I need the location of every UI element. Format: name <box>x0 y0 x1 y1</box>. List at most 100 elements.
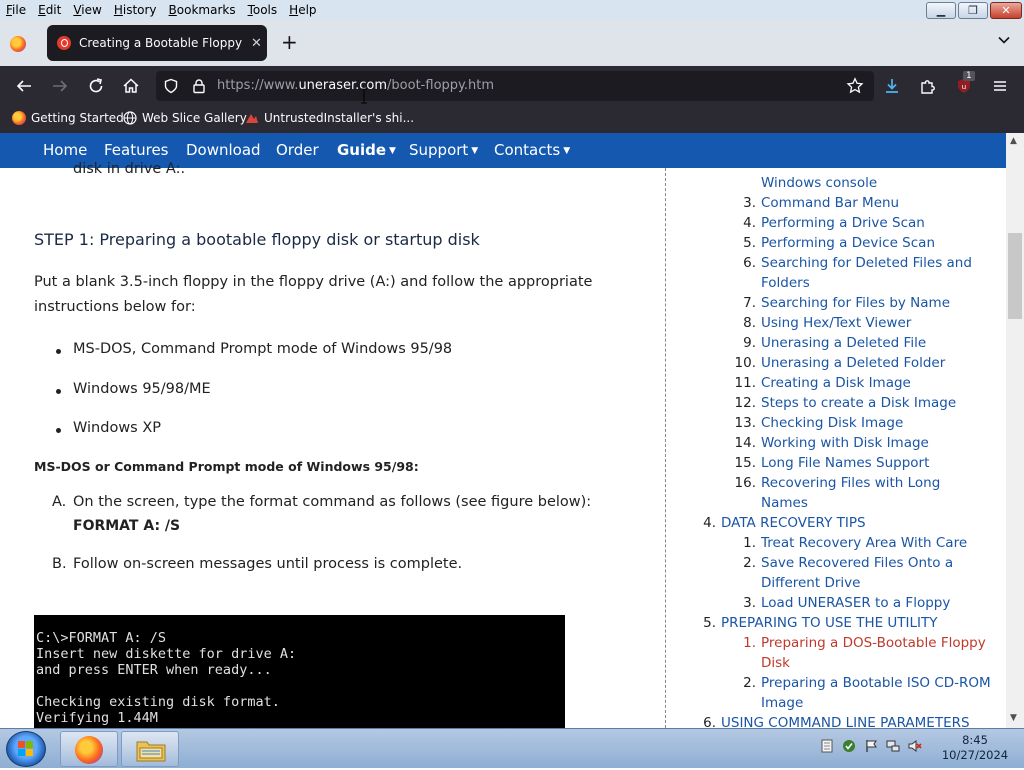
url-text: https://www.uneraser.com/boot-floppy.htm <box>217 78 494 93</box>
toc-link[interactable]: Performing a Device Scan <box>761 235 935 251</box>
toc-link[interactable]: Checking Disk Image <box>761 415 903 431</box>
clock-date: 10/27/2024 <box>941 748 1009 762</box>
star-icon[interactable] <box>846 77 864 95</box>
toc-link[interactable]: Performing a Drive Scan <box>761 215 925 231</box>
menu-history[interactable]: History <box>108 0 163 20</box>
toc-link-continued[interactable]: Names <box>761 495 808 511</box>
network-icon[interactable] <box>886 739 900 753</box>
scrollbar-thumb[interactable] <box>1008 233 1022 319</box>
menu-file[interactable]: File <box>0 0 32 20</box>
toc-link-continued[interactable]: Folders <box>761 275 810 291</box>
toc-number: 3. <box>743 595 756 611</box>
toc-section-link[interactable]: USING COMMAND LINE PARAMETERS <box>721 715 970 728</box>
nav-support[interactable]: Support ▼ <box>409 141 478 159</box>
address-bar[interactable]: https://www.uneraser.com/boot-floppy.htm <box>156 71 874 101</box>
speaker-muted-icon[interactable] <box>908 739 922 753</box>
extensions-button[interactable] <box>916 74 940 98</box>
toc-number: 2. <box>743 675 756 691</box>
flag-icon[interactable] <box>864 739 878 753</box>
site-favicon-icon <box>57 36 71 50</box>
toc-link[interactable]: Windows console <box>761 175 877 191</box>
toc-section-link[interactable]: DATA RECOVERY TIPS <box>721 515 866 531</box>
toc-number: 12. <box>734 395 756 411</box>
toc-link-active[interactable]: Preparing a DOS-Bootable Floppy <box>761 635 986 651</box>
toc-link[interactable]: Treat Recovery Area With Care <box>761 535 967 551</box>
scroll-down-arrow-icon[interactable]: ▼ <box>1010 713 1017 723</box>
menu-tools[interactable]: Tools <box>242 0 284 20</box>
bookmark-getting-started[interactable]: Getting Started <box>12 111 124 125</box>
toc-link[interactable]: Unerasing a Deleted Folder <box>761 355 945 371</box>
toc-link[interactable]: Using Hex/Text Viewer <box>761 315 911 331</box>
toc-number: 4. <box>703 515 716 531</box>
toc-section-link[interactable]: PREPARING TO USE THE UTILITY <box>721 615 938 631</box>
firefox-view-icon[interactable] <box>10 36 26 52</box>
tab-active[interactable]: Creating a Bootable Floppy Ma ✕ <box>47 25 267 61</box>
bookmark-label: Getting Started <box>31 111 124 125</box>
vertical-scrollbar[interactable]: ▲ ▼ <box>1006 133 1024 728</box>
toc-link-continued[interactable]: Image <box>761 695 803 711</box>
lock-icon[interactable] <box>191 78 207 94</box>
document-icon[interactable] <box>820 739 834 753</box>
new-tab-button[interactable]: + <box>281 32 298 52</box>
minimize-button[interactable]: ▁ <box>926 2 956 19</box>
ublock-button[interactable]: u 1 <box>952 71 976 98</box>
shield-icon[interactable] <box>163 78 179 94</box>
system-tray <box>820 739 922 753</box>
toc-link[interactable]: Working with Disk Image <box>761 435 929 451</box>
bookmark-favicon <box>246 114 258 123</box>
bullet-item: MS-DOS, Command Prompt mode of Windows 9… <box>73 341 453 357</box>
nav-features[interactable]: Features <box>104 141 169 159</box>
toc-link[interactable]: Command Bar Menu <box>761 195 899 211</box>
url-host: uneraser.com <box>298 78 388 93</box>
menu-edit[interactable]: Edit <box>32 0 67 20</box>
step-a-text: On the screen, type the format command a… <box>73 494 592 510</box>
toc-number: 5. <box>703 615 716 631</box>
app-menu-button[interactable] <box>988 74 1012 98</box>
extension-badge: 1 <box>963 71 975 81</box>
back-button[interactable] <box>12 74 36 98</box>
toc-link[interactable]: Unerasing a Deleted File <box>761 335 926 351</box>
start-button[interactable] <box>6 731 46 767</box>
toc-link-continued[interactable]: Different Drive <box>761 575 860 591</box>
downloads-button[interactable] <box>880 74 904 98</box>
nav-guide[interactable]: Guide ▼ <box>337 141 396 159</box>
nav-support-label: Support <box>409 141 469 159</box>
scroll-up-arrow-icon[interactable]: ▲ <box>1010 136 1017 146</box>
bullet-item: Windows XP <box>73 420 162 436</box>
menu-bookmarks[interactable]: Bookmarks <box>163 0 242 20</box>
home-icon <box>123 78 139 93</box>
reload-button[interactable] <box>84 74 108 98</box>
chevron-down-icon[interactable] <box>998 34 1010 46</box>
toc-link[interactable]: Creating a Disk Image <box>761 375 911 391</box>
menu-help[interactable]: Help <box>283 0 322 20</box>
toc-link[interactable]: Preparing a Bootable ISO CD-ROM <box>761 675 991 691</box>
toc-link[interactable]: Steps to create a Disk Image <box>761 395 956 411</box>
security-check-icon[interactable] <box>842 739 856 753</box>
bookmark-web-slice-gallery[interactable]: Web Slice Gallery <box>123 111 247 125</box>
toc-link[interactable]: Long File Names Support <box>761 455 929 471</box>
bookmark-untrustedinstaller[interactable]: UntrustedInstaller's shi... <box>245 111 414 125</box>
toc-link-active-continued[interactable]: Disk <box>761 655 790 671</box>
nav-contacts[interactable]: Contacts ▼ <box>494 141 570 159</box>
toc-link[interactable]: Load UNERASER to a Floppy <box>761 595 950 611</box>
tab-close-icon[interactable]: ✕ <box>251 36 262 51</box>
toc-link[interactable]: Recovering Files with Long <box>761 475 940 491</box>
close-window-button[interactable]: ✕ <box>990 2 1022 19</box>
nav-home[interactable]: Home <box>43 141 87 159</box>
minimize-icon: ▁ <box>936 4 946 17</box>
toc-link[interactable]: Save Recovered Files Onto a <box>761 555 953 571</box>
system-clock[interactable]: 8:45 10/27/2024 <box>940 733 1010 763</box>
menu-view[interactable]: View <box>67 0 107 20</box>
nav-download[interactable]: Download <box>186 141 261 159</box>
step-marker: B. <box>52 556 67 572</box>
bullet-dot <box>56 349 61 354</box>
restore-button[interactable]: ❐ <box>958 2 988 19</box>
taskbar-explorer[interactable] <box>121 731 179 767</box>
taskbar-firefox[interactable] <box>60 731 118 767</box>
forward-button[interactable] <box>48 74 72 98</box>
dropdown-caret-icon: ▼ <box>471 146 479 156</box>
home-button[interactable] <box>119 74 143 98</box>
toc-link[interactable]: Searching for Deleted Files and <box>761 255 972 271</box>
nav-order[interactable]: Order <box>276 141 319 159</box>
toc-link[interactable]: Searching for Files by Name <box>761 295 950 311</box>
